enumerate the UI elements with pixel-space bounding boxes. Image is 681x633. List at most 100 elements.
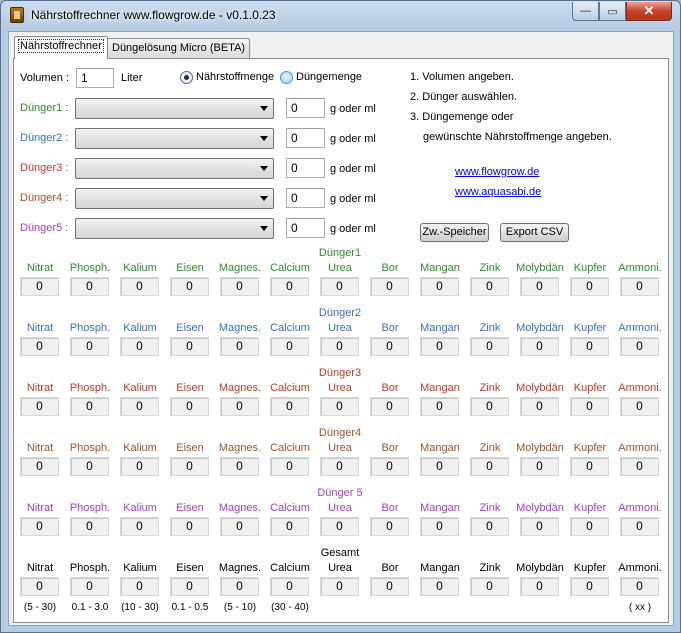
fertilizer-amount-input[interactable]: 0 — [286, 158, 325, 178]
fertilizer-unit: g oder ml — [330, 223, 376, 235]
fertilizer-label: Dünger1 : — [20, 102, 69, 114]
nutrient-value: 0 — [570, 337, 609, 356]
instruction-1: 1. Volumen angeben. — [410, 71, 514, 83]
nutrient-label: Molybdän — [516, 502, 564, 514]
nutrient-label: Phosph. — [69, 262, 111, 274]
fertilizer-select[interactable] — [75, 218, 274, 239]
nutrient-label: Magnes. — [218, 382, 262, 394]
nutrient-value: 0 — [220, 517, 259, 536]
radio-duengemenge[interactable] — [280, 71, 293, 84]
nutrient-label: Mangan — [420, 562, 460, 574]
nutrient-label: Kupfer — [573, 262, 607, 274]
nutrient-value: 0 — [570, 457, 609, 476]
tab-duengeloesung-micro[interactable]: Düngelösung Micro (BETA) — [107, 38, 251, 58]
nutrient-label: Kalium — [123, 322, 157, 334]
nutrient-value: 0 — [170, 517, 209, 536]
fertilizer-select[interactable] — [75, 188, 274, 209]
radio-duengemenge-label[interactable]: Düngemenge — [296, 71, 362, 83]
nutrient-label: Zink — [479, 502, 501, 514]
nutrient-label: Kupfer — [573, 382, 607, 394]
nutrient-label: Kalium — [123, 562, 157, 574]
window-title: Nährstoffrechner www.flowgrow.de - v0.1.… — [31, 8, 276, 22]
nutrient-value: 0 — [570, 577, 609, 596]
nutrient-label: Urea — [328, 562, 352, 574]
range-label: (5 - 10) — [223, 602, 257, 613]
nutrient-value: 0 — [320, 577, 359, 596]
nutrient-value: 0 — [120, 337, 159, 356]
fertilizer-select[interactable] — [75, 128, 274, 149]
link-aquasabi[interactable]: www.aquasabi.de — [455, 186, 541, 198]
tab-naehrstoffrechner[interactable]: Nährstoffrechner — [14, 36, 108, 59]
chevron-down-icon — [260, 166, 268, 171]
nutrient-value: 0 — [170, 397, 209, 416]
nutrient-label: Ammoni. — [618, 262, 662, 274]
nutrient-label: Urea — [328, 262, 352, 274]
nutrient-value: 0 — [520, 277, 559, 296]
nutrient-value: 0 — [70, 517, 109, 536]
app-icon — [10, 7, 24, 23]
chevron-down-icon — [260, 226, 268, 231]
nutrient-value: 0 — [320, 517, 359, 536]
range-label: 0.1 - 0.5 — [171, 602, 209, 613]
group-title: Dünger2 — [318, 307, 362, 319]
radio-naehrstoffmenge-label[interactable]: Nährstoffmenge — [196, 71, 274, 83]
nutrient-label: Kupfer — [573, 322, 607, 334]
nutrient-label: Bor — [381, 442, 399, 454]
nutrient-label: Phosph. — [69, 442, 111, 454]
fertilizer-amount-input[interactable]: 0 — [286, 218, 325, 238]
app-window: Nährstoffrechner www.flowgrow.de - v0.1.… — [0, 0, 681, 633]
link-flowgrow[interactable]: www.flowgrow.de — [455, 166, 539, 178]
nutrient-label: Ammoni. — [618, 562, 662, 574]
radio-naehrstoffmenge[interactable] — [180, 71, 193, 84]
range-label: ( xx ) — [628, 602, 652, 613]
nutrient-value: 0 — [70, 397, 109, 416]
title-bar[interactable]: Nährstoffrechner www.flowgrow.de - v0.1.… — [1, 1, 680, 31]
nutrient-label: Nitrat — [26, 322, 54, 334]
minimize-button[interactable]: — — [572, 2, 599, 21]
zwischenspeicher-button[interactable]: Zw.-Speicher — [420, 223, 489, 242]
nutrient-value: 0 — [120, 397, 159, 416]
close-button[interactable]: ✕ — [626, 2, 672, 21]
export-csv-button[interactable]: Export CSV — [500, 223, 569, 242]
nutrient-value: 0 — [120, 277, 159, 296]
fertilizer-label: Dünger2 : — [20, 132, 69, 144]
chevron-down-icon — [260, 196, 268, 201]
fertilizer-select[interactable] — [75, 98, 274, 119]
volume-input[interactable]: 1 — [76, 68, 114, 88]
fertilizer-amount-input[interactable]: 0 — [286, 188, 325, 208]
nutrient-value: 0 — [520, 577, 559, 596]
fertilizer-amount-input[interactable]: 0 — [286, 128, 325, 148]
nutrient-label: Nitrat — [26, 262, 54, 274]
maximize-button[interactable]: ▭ — [599, 2, 626, 21]
fertilizer-select[interactable] — [75, 158, 274, 179]
nutrient-label: Urea — [328, 382, 352, 394]
nutrient-value: 0 — [270, 457, 309, 476]
nutrient-label: Eisen — [176, 442, 204, 454]
nutrient-value: 0 — [620, 457, 659, 476]
nutrient-value: 0 — [220, 277, 259, 296]
group-title: Dünger3 — [318, 367, 362, 379]
instruction-4: gewünschte Nährstoffmenge angeben. — [423, 131, 612, 143]
nutrient-label: Zink — [479, 262, 501, 274]
fertilizer-label: Dünger5 : — [20, 222, 69, 234]
nutrient-label: Magnes. — [218, 562, 262, 574]
nutrient-value: 0 — [220, 397, 259, 416]
nutrient-label: Nitrat — [26, 502, 54, 514]
nutrient-label: Molybdän — [516, 262, 564, 274]
nutrient-value: 0 — [220, 457, 259, 476]
nutrient-value: 0 — [70, 457, 109, 476]
nutrient-value: 0 — [620, 577, 659, 596]
group-title: Dünger4 — [318, 427, 362, 439]
nutrient-label: Phosph. — [69, 382, 111, 394]
range-label: (10 - 30) — [121, 602, 159, 613]
nutrient-label: Calcium — [270, 382, 310, 394]
nutrient-label: Nitrat — [26, 562, 54, 574]
nutrient-label: Kupfer — [573, 502, 607, 514]
nutrient-value: 0 — [470, 577, 509, 596]
nutrient-label: Mangan — [420, 442, 460, 454]
nutrient-value: 0 — [70, 277, 109, 296]
nutrient-label: Calcium — [270, 262, 310, 274]
nutrient-value: 0 — [520, 457, 559, 476]
fertilizer-amount-input[interactable]: 0 — [286, 98, 325, 118]
nutrient-label: Nitrat — [26, 382, 54, 394]
